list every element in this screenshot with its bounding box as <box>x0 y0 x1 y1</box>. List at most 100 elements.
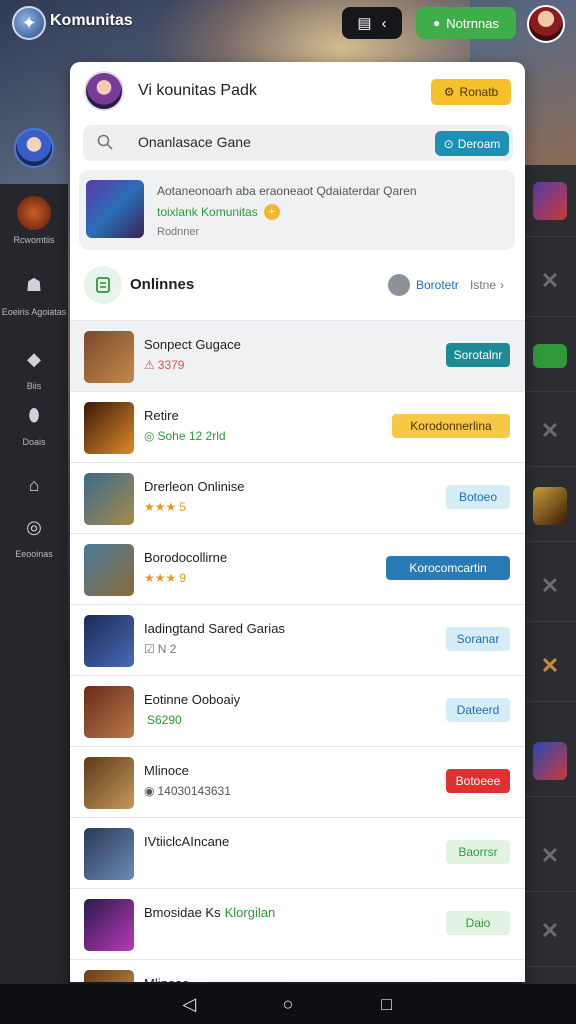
game-action-label: Sorotalnr <box>453 348 503 362</box>
game-title-text: Bmosidae Ks <box>144 905 221 920</box>
top-bar: ✦ Komunitas ▤ ‹ ● Notrnnas <box>0 0 576 48</box>
featured-community: toixlank Komunitas + <box>157 204 280 220</box>
game-action-button[interactable]: Dateerd <box>446 698 510 722</box>
featured-banner[interactable]: Aotaneonoarh aba eraoneaot Qdaiaterdar Q… <box>79 170 515 250</box>
game-action-label: Daio <box>465 916 491 930</box>
game-row[interactable]: Bmosidae Ks Klorgilan Daio <box>70 888 525 960</box>
app-logo-icon[interactable]: ✦ <box>12 6 46 40</box>
sidebar-item-3[interactable]: ⬮ Doais <box>0 398 68 448</box>
game-row[interactable]: Sonpect Gugace ⚠ 3379 Sorotalnr <box>70 320 525 392</box>
game-thumbnail <box>84 899 134 951</box>
home-icon[interactable]: ○ <box>277 993 299 1015</box>
manage-button[interactable]: ⚙ Ronatb <box>431 79 511 105</box>
game-action-button[interactable]: Sorotalnr <box>446 343 510 367</box>
sidebar-item-label: Rcwomtiis <box>13 235 55 245</box>
featured-thumbnail <box>86 180 144 238</box>
search-icon <box>97 134 113 150</box>
community-avatar[interactable] <box>84 71 124 111</box>
rating-icon: ★★★ <box>144 500 177 514</box>
game-title: Drerleon Onlinise <box>144 479 244 494</box>
see-more-link[interactable]: Istne › <box>470 278 504 292</box>
game-action-button[interactable]: Korocomcartin <box>386 556 510 580</box>
coin-icon: + <box>263 204 280 220</box>
game-title-text: Borodocollirne <box>144 550 228 565</box>
game-thumbnail <box>84 615 134 667</box>
rating-icon: ◎ <box>144 429 155 443</box>
back-icon[interactable]: ◁ <box>178 993 200 1015</box>
peek-thumb <box>523 165 576 237</box>
game-thumbnail <box>84 331 134 383</box>
game-row[interactable]: Mlinoce ◉ 14030143631 Botoeee <box>70 746 525 818</box>
view-toggle-button[interactable]: ▤ ‹ <box>342 7 402 39</box>
game-row[interactable]: Borodocollirne ★★★ 9 Korocomcartin <box>70 533 525 605</box>
game-action-button[interactable]: Soranar <box>446 627 510 651</box>
sidebar-item-1[interactable]: ☗ Eoeiris Agoiatas <box>0 268 68 318</box>
peek-thumb <box>523 725 576 797</box>
game-title: Mlinoce <box>144 763 189 778</box>
sidebar: Rcwomtiis ☗ Eoeiris Agoiatas ◆ Biis ⬮ Do… <box>0 112 68 1014</box>
game-thumbnail <box>84 828 134 880</box>
sidebar-avatar[interactable] <box>14 128 54 168</box>
profile-avatar[interactable] <box>527 5 565 43</box>
game-action-label: Botoeee <box>455 774 501 788</box>
game-action-button[interactable]: Botoeo <box>446 485 510 509</box>
user-icon: ● <box>433 16 441 30</box>
game-title: Bmosidae Ks Klorgilan <box>144 905 275 920</box>
game-action-button[interactable]: Baorrsr <box>446 840 510 864</box>
game-action-button[interactable]: Korodonnerlina <box>392 414 510 438</box>
recents-icon[interactable]: □ <box>376 993 398 1015</box>
game-subtitle: ★★★ 5 <box>144 500 186 514</box>
game-action-label: Botoeo <box>458 490 498 504</box>
search-button[interactable]: ⊙ Deroam <box>435 131 509 156</box>
sidebar-item-label: Eeooinas <box>15 549 53 559</box>
search-bar: ⊙ Deroam <box>83 125 513 161</box>
sidebar-item-2[interactable]: ◆ Biis <box>0 342 68 392</box>
card-title: Vi kounitas Padk <box>138 82 257 99</box>
app-title: Komunitas <box>50 12 133 29</box>
game-subtitle: ☑ N 2 <box>144 642 176 656</box>
sidebar-item-5[interactable]: ◎ Eeooinas <box>0 510 68 560</box>
game-row[interactable]: Mlinoac <box>70 959 525 982</box>
game-row[interactable]: Retire ◎ Sohe 12 2rld Korodonnerlina <box>70 391 525 463</box>
peek-glyph: ✕ <box>523 395 576 467</box>
game-title-text: Sonpect Gugace <box>144 337 241 352</box>
game-title-text: Retire <box>144 408 179 423</box>
game-title-text: IVtiiclcAIncane <box>144 834 230 849</box>
notifications-button[interactable]: ● Notrnnas <box>416 7 516 39</box>
group-icon: ⬮ <box>28 404 40 425</box>
game-subtitle-value: 9 <box>179 571 186 585</box>
game-row[interactable]: Iadingtand Sared Garias ☑ N 2 Soranar <box>70 604 525 676</box>
section-link[interactable]: Borotetr <box>416 278 459 292</box>
background-side-panel: ✕ ✕ ✕ ✕ ✕ ✕ <box>522 165 576 995</box>
game-action-label: Dateerd <box>456 703 500 717</box>
game-action-label: Korocomcartin <box>409 561 487 575</box>
sidebar-item-label: Doais <box>22 437 46 447</box>
game-thumbnail <box>84 686 134 738</box>
sidebar-item-0[interactable]: Rcwomtiis <box>0 196 68 246</box>
system-nav-bar: ◁ ○ □ <box>0 984 576 1024</box>
game-subtitle: ⚠ 3379 <box>144 358 184 372</box>
peek-glyph: ✕ <box>523 550 576 622</box>
section-title: Onlinnes <box>130 276 195 293</box>
game-row[interactable]: Eotinne Ooboaiy S6290 Dateerd <box>70 675 525 747</box>
game-action-button[interactable]: Botoeee <box>446 769 510 793</box>
game-title: Mlinoac <box>144 976 189 982</box>
game-thumbnail <box>84 757 134 809</box>
game-thumbnail <box>84 970 134 982</box>
game-subtitle-value: Sohe 12 2rld <box>157 429 226 443</box>
game-row[interactable]: IVtiiclcAIncane Baorrsr <box>70 817 525 889</box>
game-thumbnail <box>84 544 134 596</box>
peek-thumb <box>523 470 576 542</box>
gear-icon: ⚙ <box>443 85 455 99</box>
game-subtitle-value: 5 <box>179 500 186 514</box>
notifications-label: Notrnnas <box>446 15 499 31</box>
game-title-text: Drerleon Onlinise <box>144 479 245 494</box>
game-action-button[interactable]: Daio <box>446 911 510 935</box>
sidebar-item-4[interactable]: ⌂ <box>0 468 68 502</box>
helmet-icon: ☗ <box>25 274 43 295</box>
peek-glyph: ✕ <box>523 630 576 702</box>
game-title-text: Mlinoce <box>144 763 189 778</box>
game-row[interactable]: Drerleon Onlinise ★★★ 5 Botoeo <box>70 462 525 534</box>
peek-glyph: ✕ <box>523 820 576 892</box>
search-input[interactable] <box>138 134 418 150</box>
